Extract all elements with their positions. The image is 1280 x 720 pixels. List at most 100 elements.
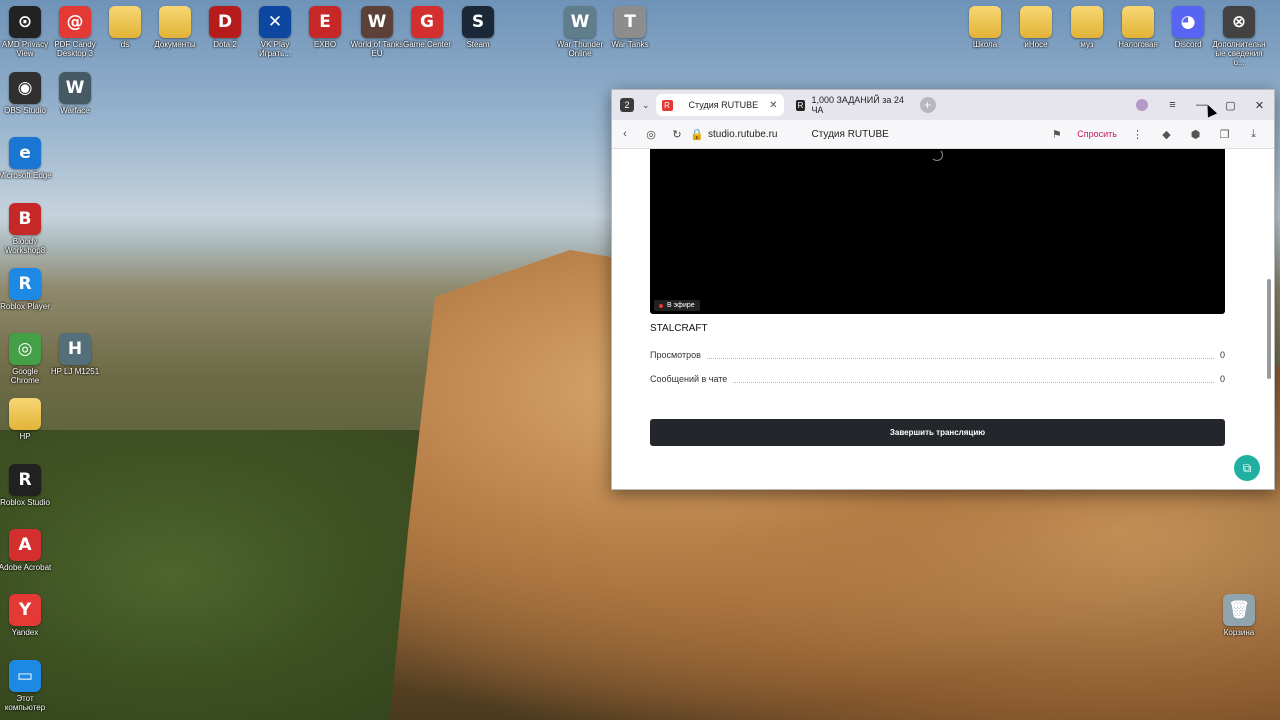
desktop-icon[interactable]: G Game Center	[399, 6, 455, 49]
desktop-icon[interactable]: ◎ Google Chrome	[0, 333, 53, 385]
shield-icon[interactable]: ◎	[638, 128, 664, 141]
app-icon: 🗑	[1223, 594, 1255, 626]
app-icon: ⊗	[1223, 6, 1255, 38]
app-icon: W	[361, 6, 393, 38]
desktop-icon-label: Roblox Player	[0, 302, 50, 311]
folder-icon	[159, 6, 191, 38]
desktop-icon[interactable]: ▭ Этот компьютер	[0, 660, 53, 712]
app-icon: ◎	[9, 333, 41, 365]
app-icon: ◕	[1172, 6, 1204, 38]
stat-value: 0	[1219, 350, 1225, 360]
desktop-icon[interactable]: ◉ OBS Studio	[0, 72, 53, 115]
app-icon: W	[59, 72, 91, 104]
bookmark-icon[interactable]: ⚑	[1042, 128, 1071, 141]
scrollbar[interactable]	[1267, 279, 1271, 379]
dot-leader	[733, 376, 1214, 383]
desktop-icon-label: Документы	[154, 40, 196, 49]
desktop-icon[interactable]: R Roblox Player	[0, 268, 53, 311]
desktop-icon[interactable]: H HP LJ M1251	[47, 333, 103, 376]
chevron-down-icon[interactable]: ⌄	[642, 100, 650, 111]
close-tab-icon[interactable]: ✕	[769, 100, 777, 111]
more-icon[interactable]: ⋮	[1123, 128, 1152, 141]
desktop-icon[interactable]: A Adobe Acrobat	[0, 529, 53, 572]
desktop-icon-label: Google Chrome	[10, 367, 40, 385]
desktop-icon[interactable]: Документы	[147, 6, 203, 49]
desktop-icon[interactable]: S Steam	[450, 6, 506, 49]
desktop-icon[interactable]: Налоговая	[1110, 6, 1166, 49]
tab-count-button[interactable]: 2	[620, 98, 634, 112]
desktop-icon-label: World of Tanks EU	[350, 40, 404, 58]
desktop-icon[interactable]: иНосе	[1008, 6, 1064, 49]
tab-label: Студия RUTUBE	[688, 100, 759, 110]
desktop-icon[interactable]: e Microsoft Edge	[0, 137, 53, 180]
desktop-icon[interactable]: ⊙ AMD Privacy View	[0, 6, 53, 58]
desktop-icon-label: Корзина	[1223, 628, 1255, 637]
desktop-icon-label: Adobe Acrobat	[0, 563, 52, 572]
desktop-icon[interactable]: ⊗ Дополнительные сведения о...	[1211, 6, 1267, 67]
folder-icon	[9, 398, 41, 430]
stat-row-chat-messages: Сообщений в чате 0	[650, 374, 1225, 384]
back-icon[interactable]: ‹	[612, 128, 638, 140]
reload-icon[interactable]: ↻	[664, 128, 690, 141]
desktop-icon[interactable]: W War Thunder Online	[552, 6, 608, 58]
app-icon: S	[462, 6, 494, 38]
desktop-icon-label: Game Center	[402, 40, 452, 49]
tab-tasks[interactable]: R 1,000 ЗАДАНИЙ за 24 ЧА	[790, 94, 914, 116]
folder-icon	[1071, 6, 1103, 38]
desktop-icon[interactable]: R Roblox Studio	[0, 464, 53, 507]
desktop-icon[interactable]: HP	[0, 398, 53, 441]
new-tab-button[interactable]: +	[919, 97, 936, 113]
desktop-icon[interactable]: 🗑 Корзина	[1211, 594, 1267, 637]
shield-extension-icon[interactable]: ⬢	[1181, 128, 1210, 141]
desktop-icon-label: EXBO	[313, 40, 337, 49]
live-dot-icon	[659, 303, 663, 308]
app-icon: W	[564, 6, 596, 38]
desktop-icon[interactable]: W Warface	[47, 72, 103, 115]
extension-icon[interactable]: ◆	[1152, 128, 1181, 141]
desktop-icon-label: Школа	[972, 40, 998, 49]
desktop-icon[interactable]: B Bloody Workshop8	[0, 203, 53, 255]
folder-icon	[1020, 6, 1052, 38]
desktop-icon-label: VK Play Играть...	[259, 40, 291, 58]
desktop-icon[interactable]: Y Yandex	[0, 594, 53, 637]
collections-icon[interactable]: ❐	[1210, 128, 1239, 141]
title-bar[interactable]: 2 ⌄ R Студия RUTUBE ✕ R 1,000 ЗАДАНИЙ за…	[612, 90, 1274, 120]
folder-icon	[109, 6, 141, 38]
desktop-icon[interactable]: ds	[97, 6, 153, 49]
close-window-button[interactable]: ✕	[1245, 99, 1274, 112]
ask-ai-button[interactable]: Спросить	[1071, 129, 1123, 139]
address-bar: ‹ ◎ ↻ 🔒 studio.rutube.ru Студия RUTUBE ⚑…	[612, 120, 1274, 149]
desktop-icon[interactable]: ◕ Discord	[1160, 6, 1216, 49]
app-icon: A	[9, 529, 41, 561]
desktop-icon[interactable]: D Dota 2	[197, 6, 253, 49]
page-content: В эфире STALCRAFT Просмотров 0 Сообщений…	[612, 149, 1274, 488]
app-icon: T	[614, 6, 646, 38]
stat-row-views: Просмотров 0	[650, 350, 1225, 360]
desktop-icon[interactable]: T War Tanks	[602, 6, 658, 49]
desktop-icon[interactable]: муз	[1059, 6, 1115, 49]
folder-icon	[969, 6, 1001, 38]
desktop-icon-label: PDF Candy Desktop 3	[54, 40, 96, 58]
desktop-icon[interactable]: @ PDF Candy Desktop 3	[47, 6, 103, 58]
desktop-icon[interactable]: Школа	[957, 6, 1013, 49]
desktop-icon[interactable]: W World of Tanks EU	[349, 6, 405, 58]
rutube-favicon-icon: R	[795, 99, 806, 111]
app-icon: ▭	[9, 660, 41, 692]
menu-icon[interactable]: ≡	[1158, 99, 1187, 111]
tab-rutube-studio[interactable]: R Студия RUTUBE ✕	[655, 94, 784, 116]
app-icon: R	[9, 464, 41, 496]
download-icon[interactable]: ⤓	[1239, 128, 1268, 141]
url-field[interactable]: studio.rutube.ru	[708, 129, 778, 140]
end-stream-button[interactable]: Завершить трансляцию	[650, 419, 1225, 446]
app-icon: ◉	[9, 72, 41, 104]
loading-spinner-icon	[931, 149, 943, 161]
desktop-icon[interactable]: ✕ VK Play Играть...	[247, 6, 303, 58]
desktop-icon-label: AMD Privacy View	[1, 40, 49, 58]
desktop-icon[interactable]: E EXBO	[297, 6, 353, 49]
maximize-button[interactable]: ▢	[1216, 99, 1245, 112]
desktop-icon-label: OBS Studio	[4, 106, 46, 115]
video-player[interactable]: В эфире	[650, 149, 1225, 314]
chat-support-button[interactable]: ⧉	[1234, 455, 1260, 481]
profile-icon[interactable]	[1136, 99, 1148, 111]
browser-window: 2 ⌄ R Студия RUTUBE ✕ R 1,000 ЗАДАНИЙ за…	[611, 89, 1275, 490]
